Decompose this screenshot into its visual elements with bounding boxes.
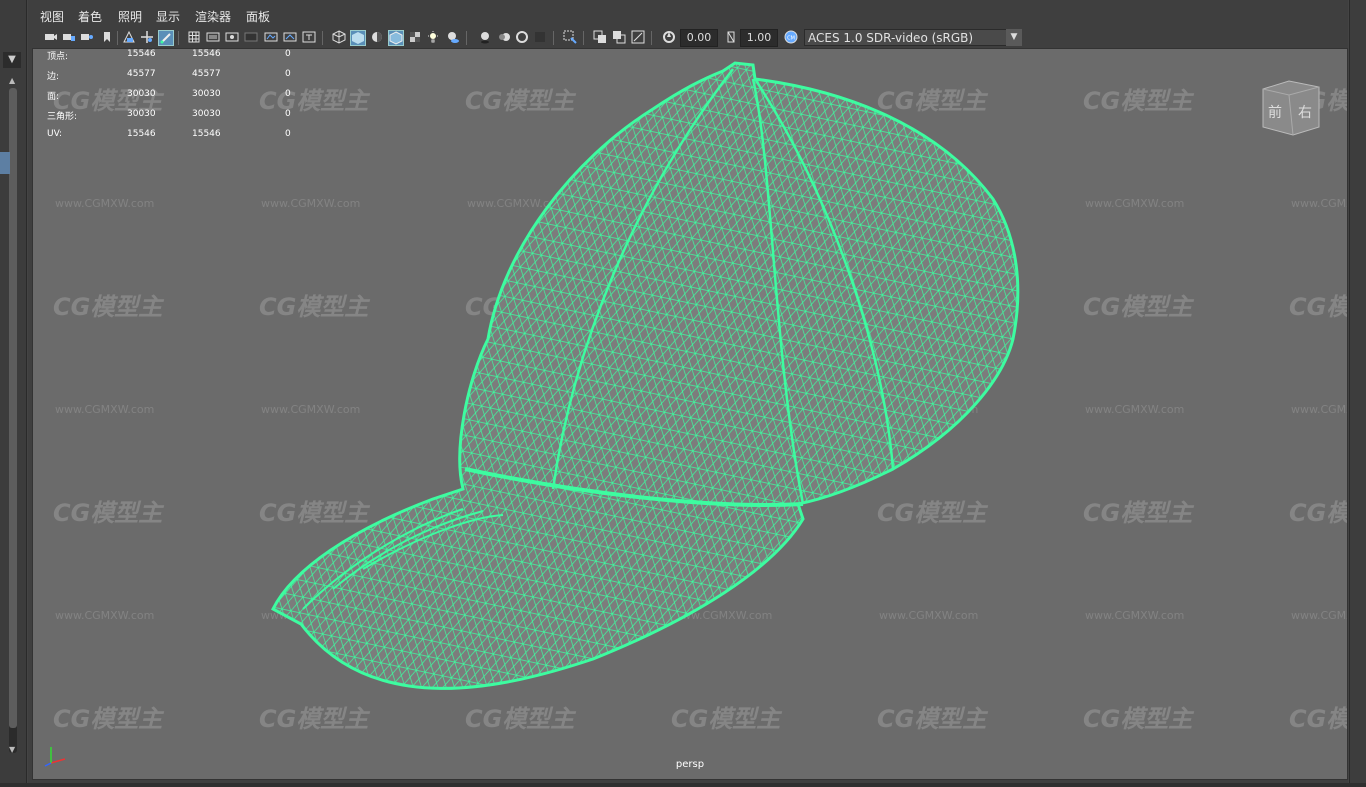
left-side-panel: ▼ ▲ ▼ — [0, 0, 27, 787]
scroll-down-arrow[interactable]: ▼ — [9, 745, 15, 754]
safe-action-icon[interactable] — [283, 30, 297, 44]
3d-viewport[interactable]: CG模型主 www.CGMXW.com CG模型主 www.CGMXW.com CG模型… — [32, 48, 1348, 780]
menu-shading[interactable]: 着色 — [78, 8, 102, 25]
exposure-field[interactable]: 0.00 — [680, 29, 718, 47]
gate-mask-icon[interactable] — [244, 30, 258, 44]
smooth-shade-icon[interactable] — [350, 30, 366, 46]
xray-icon[interactable] — [593, 30, 607, 44]
scroll-up-arrow[interactable]: ▲ — [9, 76, 15, 85]
motion-blur-icon[interactable] — [497, 30, 511, 44]
menu-renderer[interactable]: 渲染器 — [195, 8, 231, 25]
chevron-down-icon[interactable]: ▼ — [1006, 29, 1022, 46]
model-panel: 视图 着色 照明 显示 渲染器 面板 0.00 1.00 CM ACES 1.0… — [28, 0, 1348, 783]
toolbar-separator — [178, 31, 179, 45]
grease-pencil-icon[interactable] — [158, 30, 174, 46]
textured-icon[interactable] — [408, 30, 422, 44]
wireframe-icon[interactable] — [332, 30, 346, 44]
menu-view[interactable]: 视图 — [40, 8, 64, 25]
cap-body — [273, 63, 1018, 689]
resolution-gate-icon[interactable] — [225, 30, 239, 44]
right-side-panel — [1349, 0, 1366, 787]
shadows-icon[interactable] — [446, 30, 460, 44]
toolbar-separator — [651, 31, 652, 45]
2d-pan-zoom-icon[interactable] — [140, 30, 154, 44]
toolbar-separator — [583, 31, 584, 45]
wireframe-on-shaded-icon[interactable] — [388, 30, 404, 46]
panel-menu-dropdown[interactable]: ▼ — [3, 52, 21, 68]
menu-panels[interactable]: 面板 — [246, 8, 270, 25]
left-scrollbar[interactable] — [9, 88, 17, 753]
exposure-icon[interactable] — [662, 30, 676, 44]
bottom-border — [0, 783, 1366, 787]
toolbar-separator — [466, 31, 467, 45]
multisample-aa-icon[interactable] — [515, 30, 529, 44]
depth-of-field-icon[interactable] — [533, 30, 547, 44]
color-management-icon[interactable]: CM — [784, 30, 798, 44]
camera-label: persp — [675, 759, 705, 770]
camera-lock-icon[interactable] — [62, 30, 76, 44]
panel-toolbar: 0.00 1.00 CM ACES 1.0 SDR-video (sRGB) ▼ — [28, 28, 1348, 48]
view-cube[interactable]: 前 右 — [1259, 77, 1323, 137]
menu-show[interactable]: 显示 — [156, 8, 180, 25]
use-all-lights-icon[interactable] — [426, 30, 440, 44]
cap-wireframe-mesh[interactable] — [33, 49, 1347, 779]
menu-lighting[interactable]: 照明 — [118, 8, 142, 25]
default-material-icon[interactable] — [370, 30, 384, 44]
viewcube-right-label[interactable]: 右 — [1298, 105, 1312, 121]
toolbar-separator — [553, 31, 554, 45]
screen-space-ao-icon[interactable] — [478, 30, 492, 44]
toolbar-separator — [117, 31, 118, 45]
scroll-thumb[interactable] — [9, 88, 17, 728]
panel-menubar: 视图 着色 照明 显示 渲染器 面板 — [28, 0, 1348, 28]
bookmark-icon[interactable] — [100, 30, 114, 44]
camera-select-icon[interactable] — [44, 30, 58, 44]
gamma-field[interactable]: 1.00 — [740, 29, 778, 47]
image-plane-icon[interactable] — [122, 30, 136, 44]
xray-joints-icon[interactable] — [612, 30, 626, 44]
selection-marker — [0, 152, 10, 174]
xray-components-icon[interactable] — [631, 30, 645, 44]
camera-attributes-icon[interactable] — [80, 30, 94, 44]
gamma-icon[interactable] — [724, 30, 738, 44]
grid-icon[interactable] — [187, 30, 201, 44]
safe-title-icon[interactable] — [302, 30, 316, 44]
svg-text:CM: CM — [787, 36, 795, 42]
viewcube-front-label[interactable]: 前 — [1268, 104, 1282, 121]
toolbar-separator — [322, 31, 323, 45]
field-chart-icon[interactable] — [264, 30, 278, 44]
color-space-dropdown[interactable]: ACES 1.0 SDR-video (sRGB) — [804, 29, 1022, 46]
isolate-select-icon[interactable] — [563, 30, 577, 44]
film-gate-icon[interactable] — [206, 30, 220, 44]
